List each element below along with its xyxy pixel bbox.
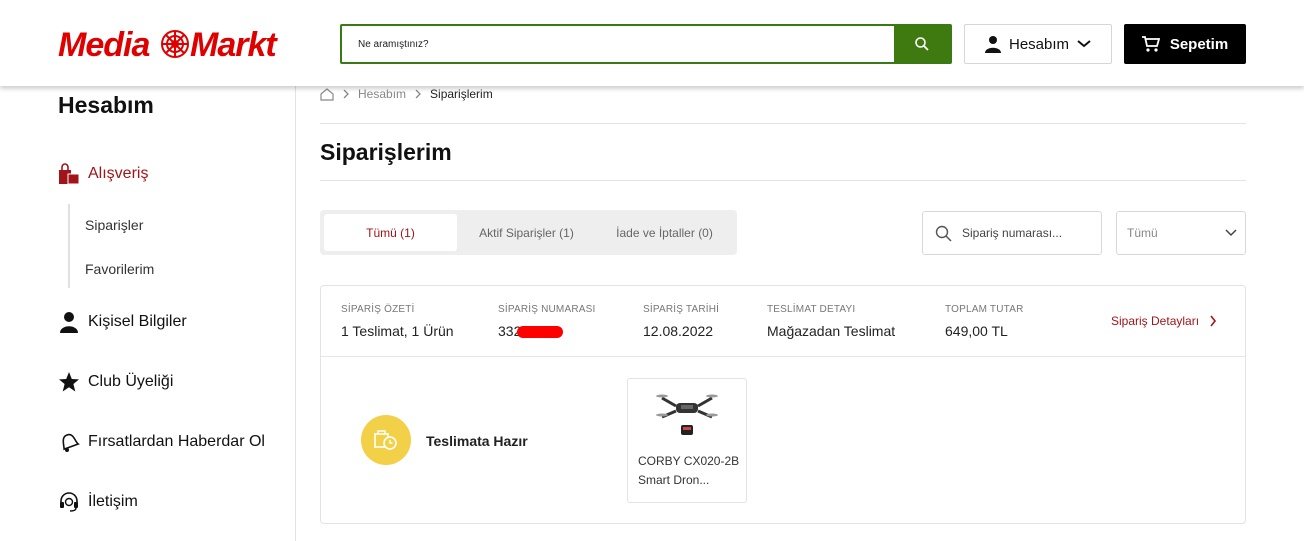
divider [320,123,1246,124]
search-icon [935,225,952,242]
sidebar-item-label: İletişim [88,493,138,510]
home-icon[interactable] [320,87,334,101]
sidebar-item-label: Alışveriş [88,165,149,182]
order-number-search[interactable]: Sipariş numarası... [922,211,1102,255]
person-icon [60,312,78,333]
header: Media Markt Ne aramıştınız? Hesabım Sepe… [0,0,1304,86]
delivery-label: TESLİMAT DETAYI [767,304,856,315]
sidebar-title: Hesabım [58,92,154,118]
sidebar-item-contact[interactable]: İletişim [58,491,138,513]
mediamarkt-logo[interactable]: Media Markt [58,26,298,62]
summary-label: SİPARİŞ ÖZETİ [341,304,415,315]
cart-label: Sepetim [1169,35,1229,53]
search-icon [915,37,929,51]
sidebar-subitem-favorites[interactable]: Favorilerim [85,261,154,277]
summary-value: 1 Teslimat, 1 Ürün [341,323,454,339]
sidebar-item-club[interactable]: Club Üyeliği [58,371,173,393]
cart-button[interactable]: Sepetim [1124,24,1246,64]
shopping-bags-icon [59,163,80,185]
chevron-right-icon [1210,315,1217,327]
order-number-value-wrap: 332 [498,323,595,339]
user-icon [984,36,1001,53]
star-icon [59,372,79,392]
summary-column: SİPARİŞ ÖZETİ 1 Teslimat, 1 Ürün [341,304,454,339]
filter-value: Tümü [1127,226,1158,240]
delivery-column: TESLİMAT DETAYI Mağazadan Teslimat [767,304,895,339]
chevron-right-icon [415,89,421,99]
order-date-column: SİPARİŞ TARİHİ 12.08.2022 [643,304,719,339]
order-summary: SİPARİŞ ÖZETİ 1 Teslimat, 1 Ürün SİPARİŞ… [321,286,1245,357]
total-column: TOPLAM TUTAR 649,00 TL [945,304,1024,339]
order-tabs: Tümü (1) Aktif Siparişler (1) İade ve İp… [320,210,737,255]
product-card[interactable]: CORBY CX020-2B Smart Dron... [627,378,747,503]
total-value: 649,00 TL [945,323,1008,339]
account-sidebar: Hesabım Alışveriş Siparişler Favorilerim… [0,86,296,541]
total-label: TOPLAM TUTAR [945,304,1024,315]
search-input[interactable]: Ne aramıştınız? [342,26,894,62]
breadcrumb-current: Siparişlerim [430,87,493,101]
cart-icon [1141,36,1160,52]
order-search-input[interactable]: Sipariş numarası... [962,226,1062,240]
product-name: CORBY CX020-2B Smart Dron... [638,454,740,487]
order-details-link[interactable]: Sipariş Detayları [1111,314,1217,328]
bell-icon [62,433,80,452]
delivery-value: Mağazadan Teslimat [767,323,896,339]
order-date-value: 12.08.2022 [643,323,714,339]
svg-text:Markt: Markt [190,26,278,62]
sidebar-item-notifications[interactable]: Fırsatlardan Haberdar Ol [58,431,265,453]
chevron-down-icon [1077,40,1091,48]
search-bar[interactable]: Ne aramıştınız? [340,24,952,64]
divider [320,180,1246,181]
sidebar-subitem-orders[interactable]: Siparişler [85,217,143,233]
sidebar-item-personal-info[interactable]: Kişisel Bilgiler [58,311,187,333]
chevron-right-icon [343,89,349,99]
sidebar-item-label: Club Üyeliği [88,373,174,390]
breadcrumb-account[interactable]: Hesabım [358,87,406,101]
delivery-status: Teslimata Hazır [426,433,528,449]
account-button[interactable]: Hesabım [964,24,1112,64]
tab-all[interactable]: Tümü (1) [324,214,457,251]
order-card: SİPARİŞ ÖZETİ 1 Teslimat, 1 Ürün SİPARİŞ… [320,285,1246,524]
order-date-label: SİPARİŞ TARİHİ [643,304,720,315]
drone-image [656,394,718,435]
svg-text:Media: Media [58,26,149,62]
page-title: Siparişlerim [320,139,452,165]
search-button[interactable] [894,26,950,62]
submenu-line [68,204,70,288]
sidebar-item-shopping[interactable]: Alışveriş [58,163,148,185]
tab-active-orders[interactable]: Aktif Siparişler (1) [457,214,596,251]
order-number-label: SİPARİŞ NUMARASI [498,304,596,315]
account-label: Hesabım [1008,35,1070,53]
package-clock-icon [374,430,397,450]
sidebar-item-label: Fırsatlardan Haberdar Ol [88,433,265,450]
redaction-mark [517,326,564,339]
chevron-down-icon [1225,229,1237,237]
status-badge [361,415,411,465]
order-details-label: Sipariş Detayları [1111,314,1200,328]
tab-returns-cancellations[interactable]: İade ve İptaller (0) [596,214,733,251]
breadcrumb: Hesabım Siparişlerim [320,87,493,101]
order-filter-select[interactable]: Tümü [1116,211,1246,255]
sidebar-item-label: Kişisel Bilgiler [88,313,187,330]
order-number-column: SİPARİŞ NUMARASI 332 [498,304,595,339]
headset-icon [60,492,78,512]
